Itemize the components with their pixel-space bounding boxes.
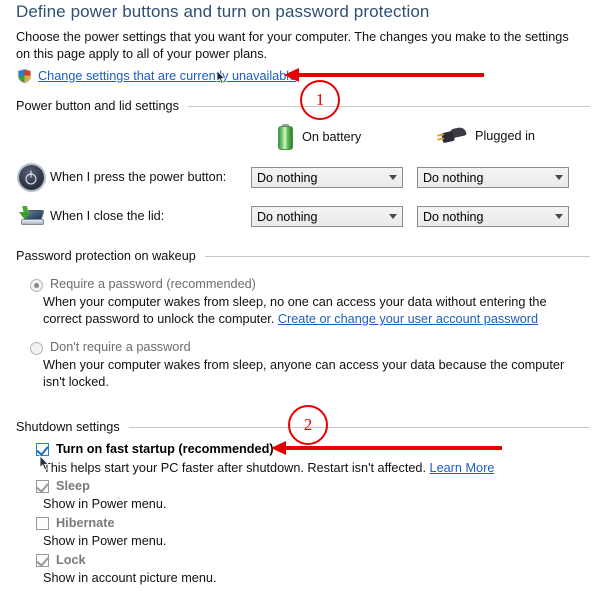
section-heading: Power button and lid settings [16,99,179,113]
column-header-on-battery: On battery [278,124,361,150]
dropdown-value: Do nothing [423,209,484,224]
section-heading: Shutdown settings [16,420,120,434]
dropdown-value: Do nothing [257,209,318,224]
radio-require-password[interactable]: Require a password (recommended) [30,277,256,292]
checkbox-indicator[interactable] [36,553,49,567]
radio-dont-require-password[interactable]: Don't require a password [30,340,191,355]
checkbox-indicator[interactable] [36,479,49,493]
checkbox-label: Turn on fast startup (recommended) [56,442,274,456]
annotation-arrow-1 [284,68,484,82]
checkbox-label: Hibernate [56,516,115,530]
chevron-down-icon[interactable] [384,214,402,219]
dropdown-value: Do nothing [257,170,318,185]
admin-settings-row[interactable]: Change settings that are currently unava… [17,68,296,84]
dropdown-power-button-on-battery[interactable]: Do nothing [251,167,403,188]
hibernate-checkbox[interactable]: Hibernate [36,516,115,530]
checkbox-indicator[interactable] [36,442,49,456]
section-divider [187,105,590,107]
uac-shield-icon [17,68,32,84]
description-text: This helps start your PC faster after sh… [43,461,430,475]
column-label: On battery [302,130,362,144]
dropdown-close-lid-on-battery[interactable]: Do nothing [251,206,403,227]
section-password-protection: Password protection on wakeup [16,249,590,263]
row-label: When I close the lid: [50,209,165,223]
page-title: Define power buttons and turn on passwor… [16,2,430,21]
section-divider [204,255,590,257]
radio-indicator[interactable] [30,342,43,355]
dropdown-power-button-plugged-in[interactable]: Do nothing [417,167,569,188]
section-power-button-lid: Power button and lid settings [16,99,590,113]
radio-require-password-description: When your computer wakes from sleep, no … [43,294,583,328]
lock-checkbox[interactable]: Lock [36,553,86,567]
create-change-password-link[interactable]: Create or change your user account passw… [278,312,538,326]
lock-description: Show in account picture menu. [43,571,217,585]
radio-label: Require a password (recommended) [50,277,256,291]
radio-dont-require-password-description: When your computer wakes from sleep, any… [43,358,565,389]
chevron-down-icon[interactable] [550,214,568,219]
power-plug-icon [436,126,467,145]
learn-more-link[interactable]: Learn More [430,461,495,475]
section-divider [128,426,590,428]
sleep-description: Show in Power menu. [43,497,167,511]
admin-settings-link[interactable]: Change settings that are currently unava… [38,69,296,83]
chevron-down-icon[interactable] [384,175,402,180]
radio-indicator[interactable] [30,279,43,292]
chevron-down-icon[interactable] [550,175,568,180]
battery-icon [278,124,293,150]
section-heading: Password protection on wakeup [16,249,196,263]
checkbox-label: Lock [56,553,86,567]
sleep-checkbox[interactable]: Sleep [36,479,90,493]
hibernate-description: Show in Power menu. [43,534,167,548]
laptop-lid-icon [16,205,46,228]
checkbox-indicator[interactable] [36,516,49,530]
fast-startup-description: This helps start your PC faster after sh… [43,461,494,475]
checkbox-label: Sleep [56,479,90,493]
annotation-arrow-2 [271,441,502,455]
power-button-icon [16,164,46,190]
section-shutdown-settings: Shutdown settings [16,420,590,434]
row-label: When I press the power button: [50,170,227,184]
column-label: Plugged in [475,129,535,143]
column-header-plugged-in: Plugged in [436,126,535,145]
radio-label: Don't require a password [50,340,191,354]
dropdown-close-lid-plugged-in[interactable]: Do nothing [417,206,569,227]
fast-startup-checkbox[interactable]: Turn on fast startup (recommended) [36,442,274,456]
page-intro-text: Choose the power settings that you want … [16,30,569,61]
dropdown-value: Do nothing [423,170,484,185]
